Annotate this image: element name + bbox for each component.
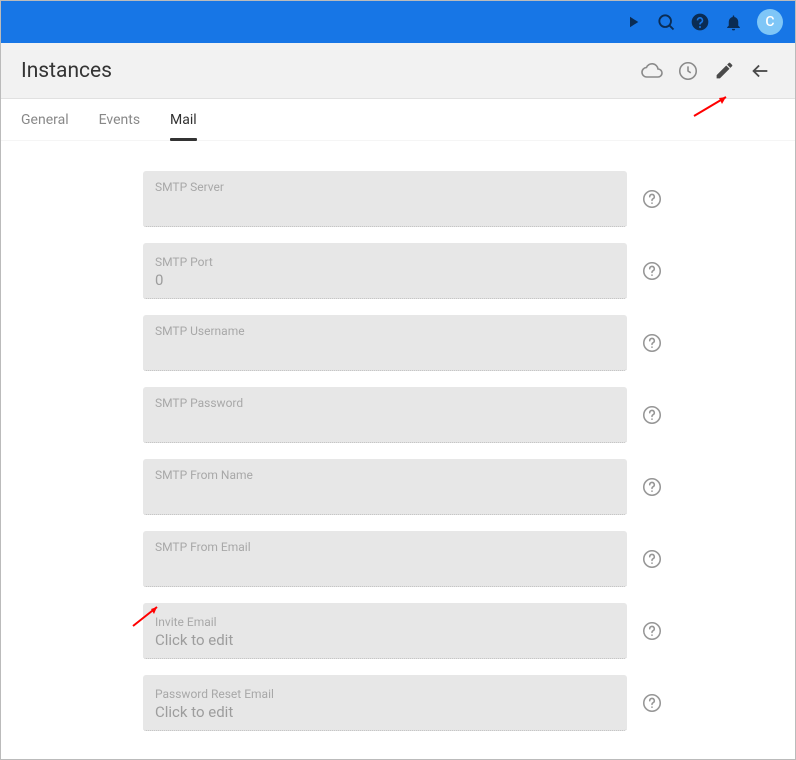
field-help-icon[interactable]: [641, 332, 663, 354]
field-help-icon[interactable]: [641, 476, 663, 498]
header-actions: [635, 54, 777, 88]
content: SMTP Server SMTP Port 0 SMTP Username SM…: [1, 141, 795, 741]
password-reset-email-input[interactable]: Password Reset Email Click to edit: [143, 675, 627, 731]
smtp-port-input[interactable]: SMTP Port 0: [143, 243, 627, 299]
field-label: SMTP Port: [155, 255, 615, 269]
bell-icon[interactable]: [724, 13, 743, 32]
play-icon[interactable]: [624, 13, 642, 31]
field-label: SMTP Username: [155, 324, 615, 338]
search-icon[interactable]: [656, 12, 676, 32]
back-icon[interactable]: [743, 54, 777, 88]
tab-mail[interactable]: Mail: [170, 99, 197, 140]
user-avatar[interactable]: C: [757, 9, 783, 35]
field-help-icon[interactable]: [641, 548, 663, 570]
field-help-icon[interactable]: [641, 620, 663, 642]
field-password-reset-email: Password Reset Email Click to edit: [143, 675, 783, 731]
page-header: Instances: [1, 43, 795, 99]
smtp-password-input[interactable]: SMTP Password: [143, 387, 627, 443]
smtp-username-input[interactable]: SMTP Username: [143, 315, 627, 371]
field-help-icon[interactable]: [641, 692, 663, 714]
field-value: 0: [155, 271, 615, 289]
field-help-icon[interactable]: [641, 260, 663, 282]
field-label: Password Reset Email: [155, 687, 615, 701]
field-smtp-username: SMTP Username: [143, 315, 783, 371]
smtp-server-input[interactable]: SMTP Server: [143, 171, 627, 227]
field-value: Click to edit: [155, 631, 615, 649]
edit-icon[interactable]: [707, 54, 741, 88]
field-value: Click to edit: [155, 703, 615, 721]
smtp-from-email-input[interactable]: SMTP From Email: [143, 531, 627, 587]
field-smtp-server: SMTP Server: [143, 171, 783, 227]
tabs: General Events Mail: [1, 99, 795, 141]
field-smtp-from-name: SMTP From Name: [143, 459, 783, 515]
field-smtp-from-email: SMTP From Email: [143, 531, 783, 587]
history-icon[interactable]: [671, 54, 705, 88]
tab-general[interactable]: General: [21, 99, 69, 140]
tab-events[interactable]: Events: [99, 99, 140, 140]
field-label: SMTP Server: [155, 180, 615, 194]
field-label: SMTP Password: [155, 396, 615, 410]
field-label: SMTP From Email: [155, 540, 615, 554]
help-icon[interactable]: [690, 12, 710, 32]
field-smtp-port: SMTP Port 0: [143, 243, 783, 299]
app-topbar: C: [1, 1, 795, 43]
page-title: Instances: [21, 59, 112, 83]
field-help-icon[interactable]: [641, 188, 663, 210]
field-help-icon[interactable]: [641, 404, 663, 426]
field-label: SMTP From Name: [155, 468, 615, 482]
field-smtp-password: SMTP Password: [143, 387, 783, 443]
field-label: Invite Email: [155, 615, 615, 629]
smtp-from-name-input[interactable]: SMTP From Name: [143, 459, 627, 515]
invite-email-input[interactable]: Invite Email Click to edit: [143, 603, 627, 659]
field-invite-email: Invite Email Click to edit: [143, 603, 783, 659]
cloud-icon[interactable]: [635, 54, 669, 88]
